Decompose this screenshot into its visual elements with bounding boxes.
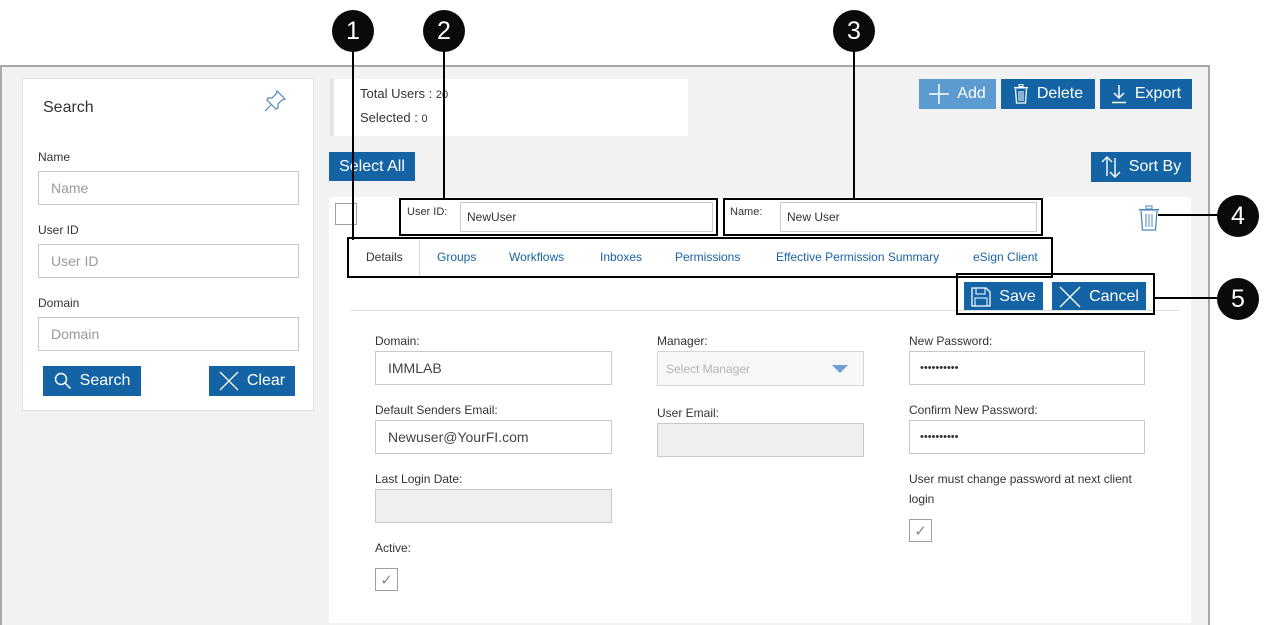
add-button-label: Add (957, 85, 986, 102)
domain-field[interactable]: IMMLAB (375, 351, 612, 385)
name-label: Name (38, 150, 71, 164)
check-icon: ✓ (380, 571, 393, 589)
user-email-field (657, 423, 864, 457)
trash-icon[interactable] (1138, 205, 1160, 231)
export-button[interactable]: Export (1100, 79, 1192, 109)
active-checkbox[interactable]: ✓ (375, 568, 398, 591)
callout-line-3 (853, 50, 855, 200)
callout-line-2 (443, 50, 445, 200)
selected-users-label: Selected : (360, 110, 422, 125)
chevron-down-icon (832, 365, 848, 373)
summary-panel: Total Users : 20 Selected : 0 (330, 79, 688, 136)
default-email-label: Default Senders Email: (375, 403, 498, 417)
must-change-password-checkbox[interactable]: ✓ (909, 519, 932, 542)
userid-label: User ID (38, 223, 79, 237)
total-users-value: 20 (435, 89, 449, 101)
search-icon (54, 372, 71, 390)
name-input[interactable]: Name (38, 171, 299, 205)
callout-5: 5 (1217, 278, 1259, 320)
callout-4: 4 (1217, 195, 1259, 237)
domain-label: Domain (38, 296, 80, 310)
delete-button[interactable]: Delete (1001, 79, 1095, 109)
last-login-field (375, 489, 612, 523)
userid-input[interactable]: User ID (38, 244, 299, 278)
check-icon: ✓ (914, 522, 927, 540)
selected-users: Selected : 0 (360, 110, 428, 125)
callout-line-5 (1155, 297, 1217, 299)
select-all-button[interactable]: Select All (329, 152, 415, 181)
manager-select-placeholder: Select Manager (666, 362, 751, 376)
sort-by-button-label: Sort By (1128, 158, 1182, 175)
callout-line-1 (352, 50, 354, 240)
callout-box-2 (399, 198, 718, 236)
callout-2: 2 (423, 10, 465, 52)
selected-users-value: 0 (421, 113, 428, 125)
last-login-label: Last Login Date: (375, 472, 463, 486)
trash-icon (1013, 84, 1028, 104)
callout-box-3 (723, 198, 1043, 236)
search-panel-title: Search (43, 99, 94, 116)
domain-field-label: Domain: (375, 334, 420, 348)
callout-3: 3 (833, 10, 875, 52)
must-change-password-label: User must change password at next client… (909, 472, 1132, 506)
manager-label: Manager: (657, 334, 708, 348)
active-label: Active: (375, 541, 412, 555)
confirm-password-label: Confirm New Password: (909, 403, 1038, 417)
new-password-field[interactable]: •••••••••• (909, 351, 1145, 385)
close-icon (219, 371, 239, 391)
search-button[interactable]: Search (43, 366, 141, 396)
total-users-label: Total Users : (360, 86, 436, 101)
sort-icon (1101, 156, 1121, 178)
download-icon (1111, 85, 1126, 104)
manager-select[interactable]: Select Manager (657, 351, 864, 386)
add-button[interactable]: Add (919, 79, 996, 109)
search-panel: Search Name Name User ID User ID Domain … (22, 78, 314, 411)
sort-by-button[interactable]: Sort By (1091, 152, 1191, 182)
plus-icon (929, 84, 950, 104)
callout-1: 1 (332, 10, 374, 52)
pin-icon[interactable] (263, 89, 287, 113)
user-email-label: User Email: (657, 406, 720, 420)
callout-box-5 (956, 273, 1155, 315)
search-button-label: Search (79, 372, 131, 389)
delete-button-label: Delete (1036, 85, 1084, 102)
confirm-password-field[interactable]: •••••••••• (909, 420, 1145, 454)
new-password-label: New Password: (909, 334, 993, 348)
clear-button-label: Clear (246, 372, 286, 389)
default-email-field[interactable]: Newuser@YourFI.com (375, 420, 612, 454)
callout-box-1 (347, 237, 1053, 278)
callout-line-4 (1158, 214, 1218, 216)
domain-input[interactable]: Domain (38, 317, 299, 351)
total-users: Total Users : 20 (360, 86, 448, 101)
clear-button[interactable]: Clear (209, 366, 295, 396)
export-button-label: Export (1134, 85, 1182, 102)
